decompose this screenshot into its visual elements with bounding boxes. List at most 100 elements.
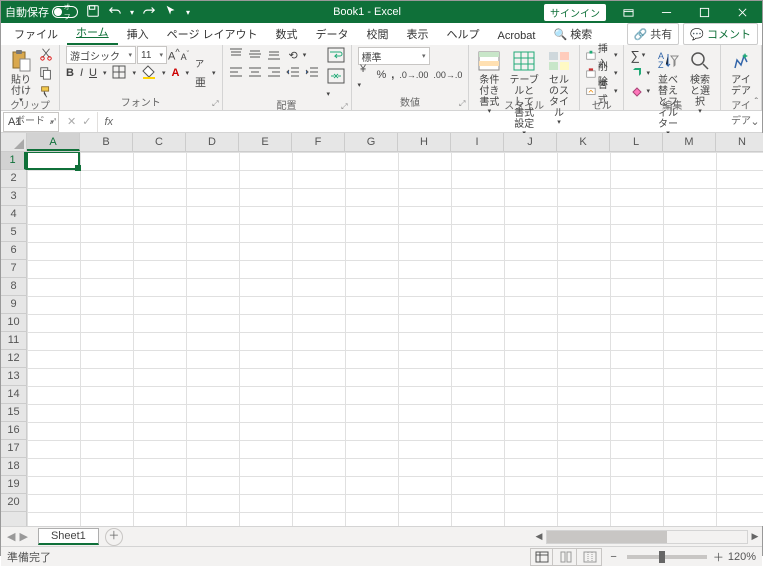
scroll-right-icon[interactable]: ▶: [748, 531, 762, 542]
currency-icon[interactable]: ¥▾: [358, 61, 372, 90]
row-header[interactable]: 17: [1, 440, 26, 458]
minimize-icon[interactable]: [650, 1, 682, 23]
column-header[interactable]: J: [504, 133, 557, 151]
increase-indent-icon[interactable]: [305, 65, 319, 82]
ideas-button[interactable]: アイデア: [727, 47, 755, 97]
comma-icon[interactable]: ,: [391, 69, 394, 81]
cancel-formula-icon[interactable]: ✕: [67, 115, 76, 128]
column-headers[interactable]: ABCDEFGHIJKLMN: [27, 133, 763, 152]
underline-button[interactable]: U: [89, 67, 97, 79]
fill-color-icon[interactable]: [142, 65, 156, 82]
font-size-combo[interactable]: 11: [137, 46, 167, 64]
active-cell[interactable]: [26, 152, 80, 170]
row-header[interactable]: 6: [1, 242, 26, 260]
tab-insert[interactable]: 挿入: [118, 23, 158, 45]
column-header[interactable]: K: [557, 133, 610, 151]
column-header[interactable]: I: [451, 133, 504, 151]
row-header[interactable]: 7: [1, 260, 26, 278]
enter-formula-icon[interactable]: ✓: [82, 115, 91, 128]
redo-icon[interactable]: [142, 4, 156, 21]
autosave-toggle[interactable]: 自動保存 オフ: [5, 4, 78, 20]
merge-center-icon[interactable]: ▾: [327, 68, 345, 99]
bold-button[interactable]: B: [66, 67, 74, 79]
maximize-icon[interactable]: [688, 1, 720, 23]
decrease-decimal-icon[interactable]: .00→.0: [433, 70, 462, 80]
tab-review[interactable]: 校閲: [358, 23, 398, 45]
page-layout-view-icon[interactable]: [555, 549, 577, 565]
column-header[interactable]: B: [80, 133, 133, 151]
dialog-launcher-icon[interactable]: ⤢: [50, 117, 56, 127]
zoom-in-button[interactable]: ＋: [713, 549, 724, 565]
wrap-text-icon[interactable]: [327, 47, 345, 66]
row-headers[interactable]: 1234567891011121314151617181920: [1, 152, 27, 526]
align-bottom-icon[interactable]: [267, 47, 281, 64]
column-header[interactable]: L: [610, 133, 663, 151]
align-right-icon[interactable]: [267, 65, 281, 82]
tab-file[interactable]: ファイル: [5, 23, 67, 45]
tab-home[interactable]: ホーム: [67, 21, 118, 45]
column-header[interactable]: E: [239, 133, 292, 151]
row-header[interactable]: 2: [1, 170, 26, 188]
signin-button[interactable]: サインイン: [544, 4, 606, 21]
row-header[interactable]: 15: [1, 404, 26, 422]
decrease-indent-icon[interactable]: [286, 65, 300, 82]
italic-button[interactable]: I: [80, 67, 83, 79]
phonetic-icon[interactable]: ア亜: [195, 56, 206, 91]
row-header[interactable]: 3: [1, 188, 26, 206]
tab-formulas[interactable]: 数式: [267, 23, 307, 45]
dialog-launcher-icon[interactable]: ⤢: [459, 99, 465, 109]
orientation-icon[interactable]: ⟲: [289, 49, 298, 62]
sheet-tab[interactable]: Sheet1: [38, 528, 99, 545]
column-header[interactable]: C: [133, 133, 186, 151]
collapse-ribbon-icon[interactable]: ˆ: [755, 97, 758, 108]
row-header[interactable]: 11: [1, 332, 26, 350]
share-button[interactable]: 🔗共有: [627, 23, 680, 45]
row-header[interactable]: 12: [1, 350, 26, 368]
new-sheet-button[interactable]: ＋: [105, 528, 123, 546]
column-header[interactable]: H: [398, 133, 451, 151]
row-header[interactable]: 5: [1, 224, 26, 242]
format-as-table-button[interactable]: テーブルとして書式設定▾: [507, 47, 541, 138]
search-button[interactable]: 🔍 検索: [544, 23, 601, 45]
row-header[interactable]: 4: [1, 206, 26, 224]
zoom-slider[interactable]: [627, 555, 707, 559]
row-header[interactable]: 8: [1, 278, 26, 296]
cells-area[interactable]: [27, 152, 763, 526]
align-middle-icon[interactable]: [248, 47, 262, 64]
select-all-corner[interactable]: [1, 133, 27, 152]
scroll-left-icon[interactable]: ◀: [532, 531, 546, 542]
dialog-launcher-icon[interactable]: ⤢: [341, 102, 347, 112]
copy-icon[interactable]: [39, 66, 53, 83]
page-break-view-icon[interactable]: [579, 549, 601, 565]
column-header[interactable]: G: [345, 133, 398, 151]
normal-view-icon[interactable]: [531, 549, 553, 565]
align-center-icon[interactable]: [248, 65, 262, 82]
sort-filter-button[interactable]: AZ並べ替えとフィルター▾: [654, 47, 682, 138]
tab-data[interactable]: データ: [307, 23, 358, 45]
font-name-combo[interactable]: 游ゴシック: [66, 46, 136, 64]
row-header[interactable]: 16: [1, 422, 26, 440]
row-header[interactable]: 10: [1, 314, 26, 332]
column-header[interactable]: D: [186, 133, 239, 151]
borders-icon[interactable]: [112, 65, 126, 82]
row-header[interactable]: 19: [1, 476, 26, 494]
cell-styles-button[interactable]: セルのスタイル▾: [545, 47, 573, 127]
save-icon[interactable]: [86, 4, 100, 21]
row-header[interactable]: 20: [1, 494, 26, 512]
row-header[interactable]: 14: [1, 386, 26, 404]
dialog-launcher-icon[interactable]: ⤢: [212, 99, 218, 109]
tab-acrobat[interactable]: Acrobat: [489, 27, 545, 45]
zoom-level[interactable]: 120%: [728, 551, 756, 563]
cut-icon[interactable]: [39, 47, 53, 64]
font-color-icon[interactable]: A: [172, 67, 180, 79]
tab-pagelayout[interactable]: ページ レイアウト: [158, 23, 267, 45]
fx-icon[interactable]: fx: [98, 116, 119, 128]
comments-button[interactable]: 💬コメント: [683, 23, 758, 45]
ribbon-display-icon[interactable]: [612, 1, 644, 23]
fill-handle[interactable]: [75, 165, 81, 171]
tab-scroll-right-icon[interactable]: ▶: [19, 530, 27, 543]
close-icon[interactable]: [726, 1, 758, 23]
align-top-icon[interactable]: [229, 47, 243, 64]
tab-help[interactable]: ヘルプ: [438, 23, 489, 45]
row-header[interactable]: 13: [1, 368, 26, 386]
